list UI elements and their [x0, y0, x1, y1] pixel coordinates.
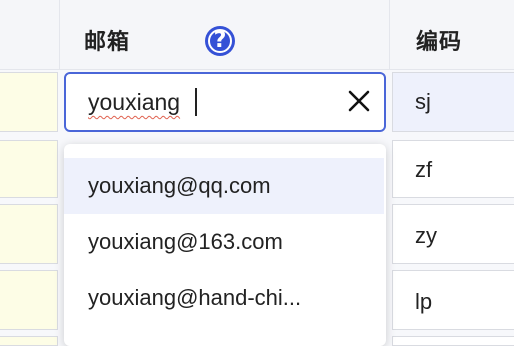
row-cell-left[interactable] [0, 140, 58, 198]
code-cell[interactable]: sj [392, 72, 514, 132]
text-caret [195, 88, 197, 116]
header-cell-blank [0, 0, 60, 70]
question-circle-icon[interactable]: ? [205, 26, 235, 56]
code-cell[interactable]: zf [392, 140, 514, 198]
code-cell[interactable] [392, 336, 514, 346]
header-cell-email: 邮箱 ? [60, 0, 390, 70]
suggestion-item[interactable]: youxiang@163.com [64, 214, 384, 270]
row-cell-left[interactable] [0, 270, 58, 330]
email-suggestion-dropdown: youxiang@qq.com youxiang@163.com youxian… [64, 144, 386, 346]
code-value: lp [415, 289, 433, 314]
code-column-title: 编码 [416, 30, 463, 55]
code-cell[interactable]: lp [392, 270, 514, 330]
header-cell-code: 编码 [390, 0, 514, 70]
row-cell-left[interactable] [0, 72, 58, 132]
row-cell-left[interactable] [0, 204, 58, 264]
close-icon[interactable] [344, 86, 374, 116]
code-value: zf [415, 157, 433, 182]
code-value: sj [415, 89, 431, 114]
code-cell[interactable]: zy [392, 204, 514, 264]
email-input-value: youxiang [88, 89, 181, 115]
email-input[interactable]: youxiang [64, 72, 386, 132]
code-value: zy [415, 223, 437, 248]
row-cell-left[interactable] [0, 336, 58, 346]
suggestion-item[interactable]: youxiang@hand-chi... [64, 270, 384, 326]
suggestion-item[interactable]: youxiang@qq.com [64, 158, 384, 214]
email-column-title: 邮箱 [84, 30, 131, 55]
